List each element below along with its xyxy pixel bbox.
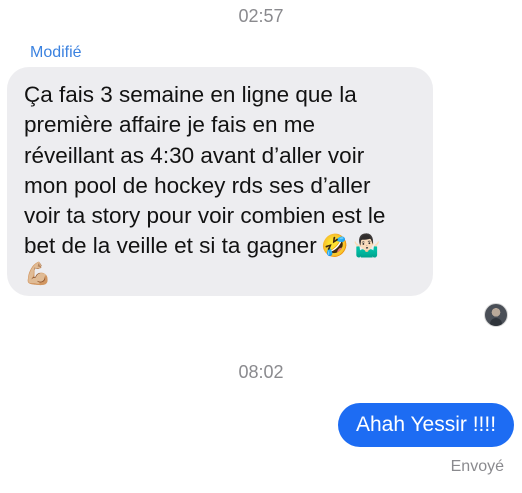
shrug-emoji-icon: 🤷🏻‍♂️ — [353, 234, 381, 260]
sent-status: Envoyé — [450, 458, 504, 475]
flexed-biceps-emoji-icon: 💪🏼 — [24, 261, 52, 287]
timestamp-second: 08:02 — [238, 362, 284, 382]
rolling-laughing-emoji-icon: 🤣 — [321, 234, 349, 260]
timestamp-first: 02:57 — [238, 6, 284, 26]
edited-label: Modifié — [30, 44, 82, 61]
incoming-message-text: Ça fais 3 semaine en ligne que la premiè… — [24, 82, 386, 259]
outgoing-message-bubble[interactable]: Ahah Yessir !!!! — [338, 403, 514, 447]
incoming-message-bubble[interactable]: Ça fais 3 semaine en ligne que la premiè… — [7, 67, 433, 296]
avatar[interactable] — [484, 303, 508, 327]
